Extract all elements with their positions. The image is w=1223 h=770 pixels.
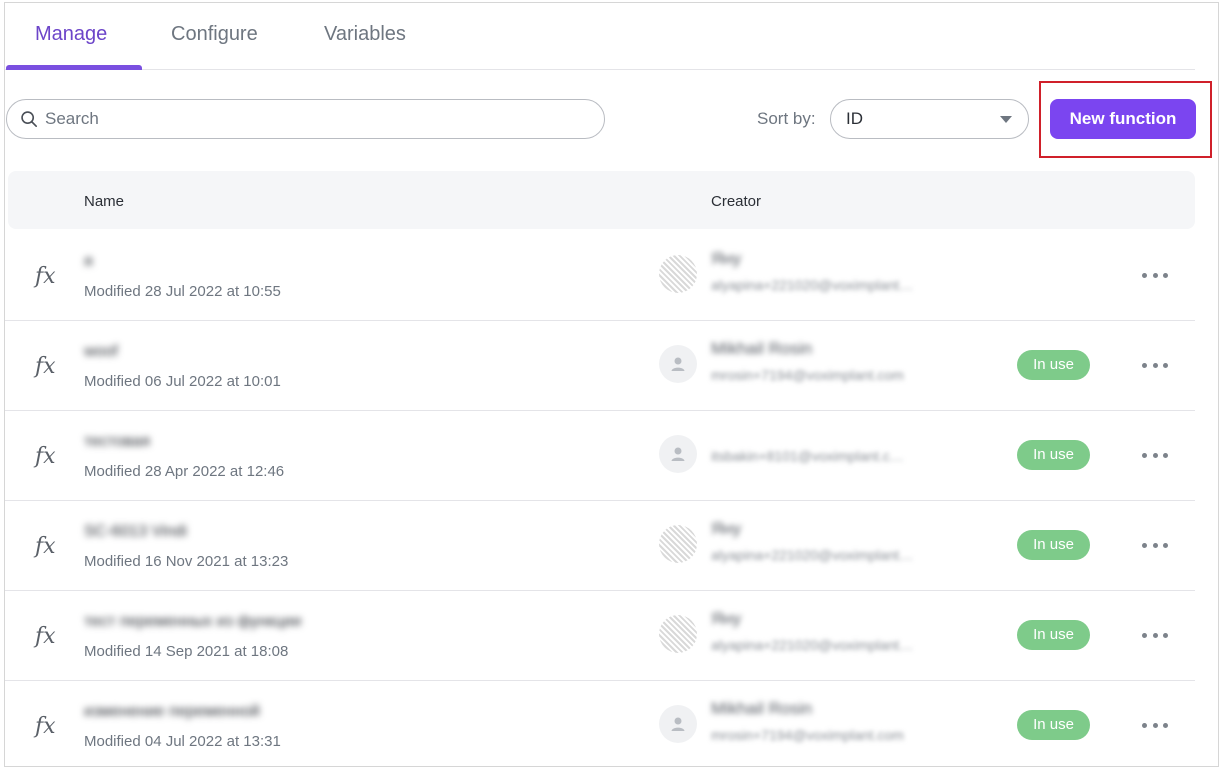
table-row[interactable]: fx я Modified 28 Jul 2022 at 10:55 Яну a… — [5, 231, 1195, 321]
user-icon — [671, 447, 685, 461]
creator-name: Mikhail Rosin — [711, 699, 813, 718]
table-row[interactable]: fx SC-6013 Vindi Modified 16 Nov 2021 at… — [5, 501, 1195, 591]
svg-text:fx: fx — [33, 714, 56, 739]
svg-text:fx: fx — [33, 354, 56, 379]
in-use-badge: In use — [1017, 530, 1090, 560]
table-row[interactable]: fx тестовая Modified 28 Apr 2022 at 12:4… — [5, 411, 1195, 501]
column-header-creator: Creator — [711, 193, 762, 210]
function-name[interactable]: тест переменных из функции — [84, 613, 301, 631]
function-name[interactable]: woof — [84, 343, 118, 361]
creator-name: Яну — [711, 609, 742, 628]
svg-text:fx: fx — [33, 444, 56, 469]
creator-email: alyapina+221020@voximplant… — [711, 547, 914, 563]
avatar — [659, 435, 697, 473]
modified-date: Modified 04 Jul 2022 at 13:31 — [84, 733, 281, 750]
in-use-badge: In use — [1017, 440, 1090, 470]
more-icon[interactable] — [1142, 355, 1168, 375]
search-box[interactable] — [6, 99, 605, 139]
more-icon[interactable] — [1142, 445, 1168, 465]
tab-variables[interactable]: Variables — [324, 21, 406, 47]
table-row[interactable]: fx изменение переменной Modified 04 Jul … — [5, 681, 1195, 770]
table-row[interactable]: fx тест переменных из функции Modified 1… — [5, 591, 1195, 681]
avatar — [659, 705, 697, 743]
new-function-button[interactable]: New function — [1050, 99, 1196, 139]
tab-bar: Manage Configure Variables — [5, 3, 1195, 70]
creator-email: mrosin+7194@voximplant.com — [711, 367, 904, 383]
creator-email: alyapina+221020@voximplant… — [711, 637, 914, 653]
svg-text:fx: fx — [33, 624, 56, 649]
modified-date: Modified 14 Sep 2021 at 18:08 — [84, 643, 289, 660]
sort-select[interactable]: ID — [830, 99, 1029, 139]
more-icon[interactable] — [1142, 265, 1168, 285]
avatar — [659, 255, 697, 293]
sort-value: ID — [846, 109, 863, 128]
function-icon: fx — [33, 444, 56, 469]
modified-date: Modified 28 Apr 2022 at 12:46 — [84, 463, 285, 480]
modified-date: Modified 06 Jul 2022 at 10:01 — [84, 373, 281, 390]
more-icon[interactable] — [1142, 625, 1168, 645]
table-row[interactable]: fx woof Modified 06 Jul 2022 at 10:01 Mi… — [5, 321, 1195, 411]
tab-manage[interactable]: Manage — [35, 21, 107, 47]
in-use-badge: In use — [1017, 710, 1090, 740]
search-icon — [21, 111, 38, 128]
creator-name: Яну — [711, 519, 742, 538]
chevron-down-icon — [1000, 116, 1012, 123]
function-icon: fx — [33, 264, 56, 289]
creator-name: Mikhail Rosin — [711, 339, 813, 358]
avatar — [659, 345, 697, 383]
function-icon: fx — [33, 624, 56, 649]
more-icon[interactable] — [1142, 715, 1168, 735]
user-icon — [671, 357, 685, 371]
function-name[interactable]: я — [84, 253, 93, 271]
svg-text:fx: fx — [33, 264, 56, 289]
creator-email: itsbakin+8101@voximplant.c… — [711, 448, 904, 464]
avatar — [659, 615, 697, 653]
function-name[interactable]: тестовая — [84, 433, 150, 451]
avatar — [659, 525, 697, 563]
function-icon: fx — [33, 714, 56, 739]
modified-date: Modified 16 Nov 2021 at 13:23 — [84, 553, 289, 570]
functions-panel: Manage Configure Variables Sort by: ID N… — [4, 2, 1219, 767]
function-icon: fx — [33, 354, 56, 379]
creator-email: mrosin+7194@voximplant.com — [711, 727, 904, 743]
search-input[interactable] — [45, 109, 585, 129]
creator-email: alyapina+221020@voximplant… — [711, 277, 914, 293]
in-use-badge: In use — [1017, 350, 1090, 380]
in-use-badge: In use — [1017, 620, 1090, 650]
creator-name: Яну — [711, 249, 742, 268]
active-tab-indicator — [6, 65, 142, 70]
sort-label: Sort by: — [757, 109, 816, 128]
svg-text:fx: fx — [33, 534, 56, 559]
user-icon — [671, 717, 685, 731]
table-header: Name Creator — [8, 171, 1195, 229]
function-icon: fx — [33, 534, 56, 559]
function-name[interactable]: SC-6013 Vindi — [84, 523, 187, 541]
tab-configure[interactable]: Configure — [171, 21, 258, 47]
column-header-name: Name — [84, 193, 125, 210]
function-name[interactable]: изменение переменной — [84, 703, 260, 721]
modified-date: Modified 28 Jul 2022 at 10:55 — [84, 283, 281, 300]
more-icon[interactable] — [1142, 535, 1168, 555]
